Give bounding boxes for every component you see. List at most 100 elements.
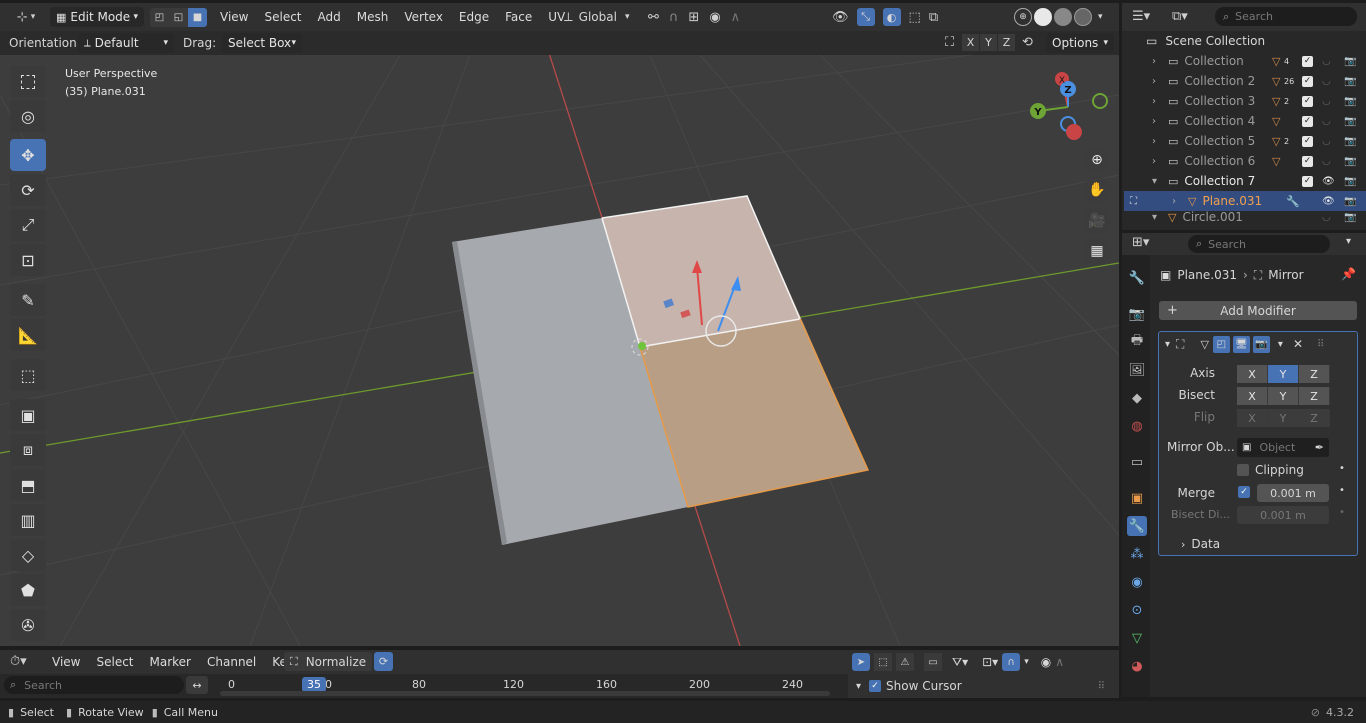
auto-merge-icon[interactable]: ⟲	[1022, 35, 1033, 50]
outliner-row[interactable]: › ▭ Collection 3 ▽ 2 ✓ ◡ 📷	[1124, 91, 1366, 111]
outliner-row[interactable]: › ▭ Collection 4 ▽ ✓ ◡ 📷	[1124, 111, 1366, 131]
drag-dropdown[interactable]: Select Box ▾	[222, 33, 302, 53]
render-camera-icon[interactable]: 📷	[1344, 96, 1356, 107]
orientation-dropdown[interactable]: ⟂ Default ▾	[78, 33, 174, 53]
navigation-gizmo[interactable]: X Z Y	[1028, 69, 1108, 149]
visibility-icon[interactable]: 👁	[1322, 176, 1335, 187]
exclude-checkbox[interactable]: ✓	[1302, 115, 1313, 127]
filter-toggle-button[interactable]: ▭	[924, 653, 942, 671]
falloff-icon[interactable]: ∧	[731, 10, 741, 25]
mode-dropdown[interactable]: ▦ Edit Mode ▾	[50, 7, 144, 27]
chevron-right-icon[interactable]: ›	[1172, 196, 1184, 207]
chevron-down-icon[interactable]: ▾	[1152, 176, 1164, 187]
exclude-checkbox[interactable]: ✓	[1302, 95, 1313, 107]
axis-y-toggle[interactable]: Y	[980, 34, 997, 51]
bevel-tool[interactable]: ⬒	[10, 469, 46, 501]
menu-add[interactable]: Add	[310, 2, 349, 32]
rendered-shading-button[interactable]	[1074, 8, 1092, 26]
timeline-menu-marker[interactable]: Marker	[142, 647, 199, 677]
snap-target-icon[interactable]: ⊞	[688, 10, 699, 25]
sync-icon[interactable]: ⟳	[374, 652, 393, 671]
spin-tool[interactable]: ✇	[10, 609, 46, 641]
mirror-settings-icon[interactable]: ⛶	[945, 35, 954, 50]
render-camera-icon[interactable]: 📷	[1344, 76, 1356, 87]
visibility-icon[interactable]: 👁	[832, 10, 849, 25]
constraints-tab-icon[interactable]: ⊙	[1127, 600, 1147, 620]
solid-shading-button[interactable]	[1034, 8, 1052, 26]
visibility-icon[interactable]: ◡	[1322, 76, 1331, 87]
options-dropdown[interactable]: Options ▾	[1046, 33, 1114, 53]
select-box-tool[interactable]	[10, 66, 46, 98]
bisect-z-button[interactable]: Z	[1299, 387, 1330, 405]
wireframe-shading-button[interactable]: ⊕	[1014, 8, 1032, 26]
properties-editor-icon[interactable]: ⊞▾	[1132, 235, 1149, 250]
viewport-3d[interactable]: User Perspective (35) Plane.031 ◎ ✥ ⟳ ⤢ …	[0, 55, 1119, 646]
keyframe-dot-icon[interactable]: •	[1339, 485, 1345, 496]
add-modifier-button[interactable]: + Add Modifier	[1159, 301, 1357, 320]
object-tab-icon[interactable]: ▣	[1127, 488, 1147, 508]
render-camera-icon[interactable]: 📷	[1344, 176, 1356, 187]
menu-mesh[interactable]: Mesh	[349, 2, 397, 32]
render-camera-icon[interactable]: 📷	[1344, 116, 1356, 127]
cursor-tool[interactable]: ◎	[10, 100, 46, 132]
timeline-menu-view[interactable]: View	[44, 647, 88, 677]
vertex-select-button[interactable]: ◰	[150, 8, 169, 27]
add-cube-tool[interactable]: ⬚	[10, 359, 46, 391]
pin-icon[interactable]: 📌	[1341, 267, 1356, 281]
outliner-row[interactable]: ▾ ▽ Circle.001 ◡ 📷	[1124, 211, 1366, 223]
particles-tab-icon[interactable]: ⁂	[1127, 544, 1147, 564]
drag-handle-icon[interactable]: ⠿	[1317, 339, 1324, 350]
frame-ruler[interactable]: 0 40 80 120 160 200 240 35	[214, 674, 844, 698]
viewport-toggle[interactable]: 🖥	[1232, 335, 1250, 353]
menu-view[interactable]: View	[212, 2, 256, 32]
edit-mode-cage-icon[interactable]: ▽	[1200, 338, 1208, 351]
bisect-x-button[interactable]: X	[1237, 387, 1268, 405]
scene-tab-icon[interactable]: ◆	[1127, 388, 1147, 408]
outliner-row[interactable]: ▾ ▭ Collection 7 ✓ 👁 📷	[1124, 171, 1366, 191]
outliner-row[interactable]: ⛶ › ▽ Plane.031 🔧 👁 📷	[1124, 191, 1366, 211]
visibility-icon[interactable]: 👁	[1322, 196, 1335, 207]
exclude-checkbox[interactable]: ✓	[1302, 135, 1313, 147]
timeline-search[interactable]: ⌕ Search	[4, 676, 184, 694]
axis-z-toggle[interactable]: Z	[998, 34, 1015, 51]
output-tab-icon[interactable]: 🖶	[1127, 332, 1147, 352]
extrude-tool[interactable]: ▣	[10, 399, 46, 431]
visibility-icon[interactable]: ◡	[1322, 156, 1331, 167]
modifier-tab-icon[interactable]: 🔧	[1127, 516, 1147, 536]
toggle-xray-icon[interactable]: ⧉	[929, 10, 938, 25]
merge-checkbox[interactable]: ✓	[1238, 486, 1250, 498]
render-camera-icon[interactable]: 📷	[1344, 156, 1356, 167]
xray-icon[interactable]: ⬚	[909, 10, 921, 25]
outliner-editor-icon[interactable]: ☰▾	[1132, 9, 1150, 24]
timeline-menu-select[interactable]: Select	[88, 647, 141, 677]
gizmo-toggle-button[interactable]: ⤡	[856, 8, 875, 26]
merge-distance-field[interactable]: 0.001 m	[1257, 484, 1329, 502]
poly-build-tool[interactable]: ⬟	[10, 574, 46, 606]
chevron-right-icon[interactable]: ›	[1152, 96, 1164, 107]
exclude-checkbox[interactable]: ✓	[1302, 55, 1313, 67]
knife-tool[interactable]: ◇	[10, 539, 46, 571]
visibility-icon[interactable]: ◡	[1322, 136, 1331, 147]
show-hidden-button[interactable]: ⬚	[874, 653, 892, 671]
auto-snap-button[interactable]: ∩	[1002, 653, 1021, 671]
collapse-icon[interactable]: ▾	[1165, 339, 1170, 350]
axis-y-button[interactable]: Y	[1268, 365, 1299, 383]
flip-z-button[interactable]: Z	[1299, 409, 1330, 427]
proportional-edit-icon[interactable]: ◉	[709, 10, 720, 25]
face-select-button[interactable]: ■	[188, 8, 207, 27]
zoom-button[interactable]: ⊕	[1083, 146, 1111, 174]
world-tab-icon[interactable]: ◍	[1127, 416, 1147, 436]
timeline-menu-channel[interactable]: Channel	[199, 647, 264, 677]
snapping-icon[interactable]: ⊡▾	[982, 655, 998, 669]
bisect-distance-field[interactable]: 0.001 m	[1237, 506, 1329, 524]
transform-orientation-dropdown[interactable]: ⟂ Global ▾	[564, 7, 629, 27]
axis-z-button[interactable]: Z	[1299, 365, 1330, 383]
render-camera-icon[interactable]: 📷	[1344, 196, 1356, 207]
chevron-right-icon[interactable]: ›	[1152, 136, 1164, 147]
eyedropper-icon[interactable]: ✒	[1315, 441, 1324, 454]
filter-icon[interactable]: ⛛▾	[952, 655, 968, 670]
render-camera-icon[interactable]: 📷	[1344, 56, 1356, 67]
only-errors-button[interactable]: ⚠	[896, 653, 914, 671]
pivot-icon[interactable]: ⚯	[648, 10, 659, 25]
render-camera-icon[interactable]: 📷	[1344, 212, 1356, 223]
